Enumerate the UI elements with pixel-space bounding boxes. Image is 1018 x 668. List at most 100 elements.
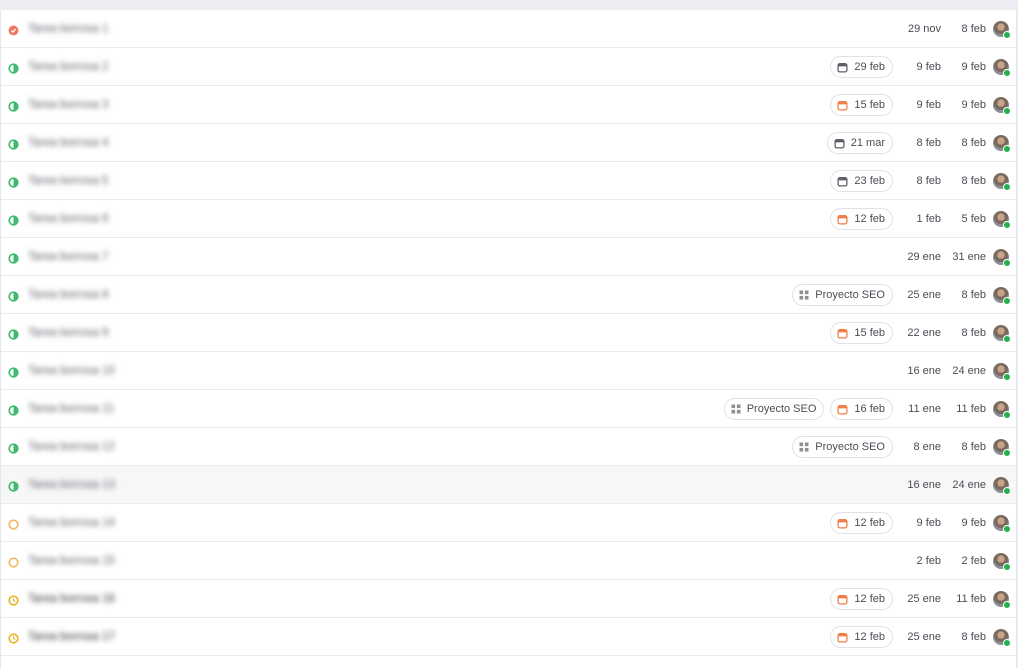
task-row[interactable]: Tarea borrosa 16 12 feb 25 ene 11 feb [1,580,1016,618]
status-icon[interactable] [8,593,19,606]
calendar-icon [837,404,848,415]
task-meta: 12 feb 1 feb 5 feb [830,200,1011,238]
status-icon[interactable] [8,175,19,188]
task-row[interactable]: Tarea borrosa 14 12 feb 9 feb 9 feb [1,504,1016,542]
avatar[interactable] [993,477,1011,495]
task-row[interactable]: Tarea borrosa 2 29 feb 9 feb 9 feb [1,48,1016,86]
updated-date: 11 feb [956,593,986,605]
status-icon[interactable] [8,403,19,416]
task-row[interactable]: Tarea borrosa 6 12 feb 1 feb 5 feb [1,200,1016,238]
task-row[interactable]: Tarea borrosa 9 15 feb 22 ene 8 feb [1,314,1016,352]
status-icon[interactable] [8,61,19,74]
task-title[interactable]: Tarea borrosa 9 [28,327,298,339]
status-icon[interactable] [8,365,19,378]
created-date: 29 ene [907,251,941,263]
avatar[interactable] [993,363,1011,381]
updated-date: 31 ene [952,251,986,263]
due-date-chip[interactable]: 12 feb [830,512,893,534]
avatar[interactable] [993,515,1011,533]
created-date: 25 ene [907,631,941,643]
avatar[interactable] [993,553,1011,571]
status-icon[interactable] [8,479,19,492]
task-title[interactable]: Tarea borrosa 16 [28,593,223,605]
task-title[interactable]: Tarea borrosa 8 [28,289,188,301]
due-date-chip[interactable]: 15 feb [830,322,893,344]
task-title[interactable]: Tarea borrosa 6 [28,213,323,225]
task-row[interactable]: Tarea borrosa 4 21 mar 8 feb 8 feb [1,124,1016,162]
due-date-chip[interactable]: 21 mar [826,132,893,154]
project-chip[interactable]: Proyecto SEO [792,436,893,458]
task-row[interactable]: Tarea borrosa 1 29 nov 8 feb [1,10,1016,48]
task-row[interactable]: Tarea borrosa 7 29 ene 31 ene [1,238,1016,276]
project-chip[interactable]: Proyecto SEO [723,398,825,420]
calendar-icon [837,518,848,529]
task-title[interactable]: Tarea borrosa 14 [28,517,148,529]
task-title[interactable]: Tarea borrosa 2 [28,61,178,73]
task-row[interactable]: Tarea borrosa 17 12 feb 25 ene 8 feb [1,618,1016,656]
due-date-chip[interactable]: 12 feb [830,208,893,230]
status-icon[interactable] [8,23,19,36]
avatar[interactable] [993,591,1011,609]
created-date: 16 ene [907,479,941,491]
due-date-label: 12 feb [854,213,885,225]
avatar[interactable] [993,173,1011,191]
task-title[interactable]: Tarea borrosa 3 [28,99,156,111]
task-row[interactable]: Tarea borrosa 15 2 feb 2 feb [1,542,1016,580]
task-row[interactable]: Tarea borrosa 11 Proyecto SEO 16 feb 11 ene… [1,390,1016,428]
task-title[interactable]: Tarea borrosa 5 [28,175,146,187]
task-title[interactable]: Tarea borrosa 4 [28,137,328,149]
task-title[interactable]: Tarea borrosa 13 [28,479,248,491]
created-date: 16 ene [907,365,941,377]
task-row[interactable]: Tarea borrosa 8 Proyecto SEO 25 ene 8 feb [1,276,1016,314]
updated-date: 8 feb [961,289,986,301]
task-meta: 21 mar 8 feb 8 feb [826,124,1011,162]
due-date-chip[interactable]: 29 feb [830,56,893,78]
task-title[interactable]: Tarea borrosa 1 [28,23,168,35]
avatar[interactable] [993,439,1011,457]
task-row[interactable]: Tarea borrosa 13 16 ene 24 ene [1,466,1016,504]
status-icon[interactable] [8,137,19,150]
due-date-chip[interactable]: 12 feb [830,588,893,610]
task-row[interactable]: Tarea borrosa 3 15 feb 9 feb 9 feb [1,86,1016,124]
updated-date: 8 feb [961,631,986,643]
status-icon[interactable] [8,555,19,568]
avatar[interactable] [993,211,1011,229]
avatar[interactable] [993,135,1011,153]
due-date-chip[interactable]: 15 feb [830,94,893,116]
task-row[interactable]: Tarea borrosa 12 Proyecto SEO 8 ene 8 feb [1,428,1016,466]
task-title[interactable]: Tarea borrosa 10 [28,365,478,377]
due-date-chip[interactable]: 23 feb [830,170,893,192]
due-date-chip[interactable]: 12 feb [830,626,893,648]
task-title[interactable]: Tarea borrosa 17 [28,631,213,643]
task-title[interactable]: Tarea borrosa 11 [28,403,208,415]
task-title[interactable]: Tarea borrosa 12 [28,441,318,453]
task-title[interactable]: Tarea borrosa 15 [28,555,278,567]
due-date-label: 12 feb [854,593,885,605]
status-icon[interactable] [8,517,19,530]
due-date-chip[interactable]: 16 feb [830,398,893,420]
avatar[interactable] [993,325,1011,343]
status-icon[interactable] [8,441,19,454]
task-title[interactable]: Tarea borrosa 7 [28,251,253,263]
task-row[interactable]: Tarea borrosa 10 16 ene 24 ene [1,352,1016,390]
due-date-label: 21 mar [850,137,885,149]
project-chip[interactable]: Proyecto SEO [792,284,893,306]
avatar[interactable] [993,21,1011,39]
avatar[interactable] [993,249,1011,267]
status-icon[interactable] [8,631,19,644]
task-meta: 16 ene 24 ene [899,352,1011,390]
status-icon[interactable] [8,251,19,264]
status-icon[interactable] [8,327,19,340]
online-status-dot [1003,31,1011,39]
status-icon[interactable] [8,289,19,302]
avatar[interactable] [993,401,1011,419]
online-status-dot [1003,297,1011,305]
task-row[interactable]: Tarea borrosa 5 23 feb 8 feb 8 feb [1,162,1016,200]
avatar[interactable] [993,97,1011,115]
avatar[interactable] [993,59,1011,77]
avatar[interactable] [993,629,1011,647]
status-icon[interactable] [8,99,19,112]
created-date: 2 feb [916,555,941,567]
avatar[interactable] [993,287,1011,305]
status-icon[interactable] [8,213,19,226]
